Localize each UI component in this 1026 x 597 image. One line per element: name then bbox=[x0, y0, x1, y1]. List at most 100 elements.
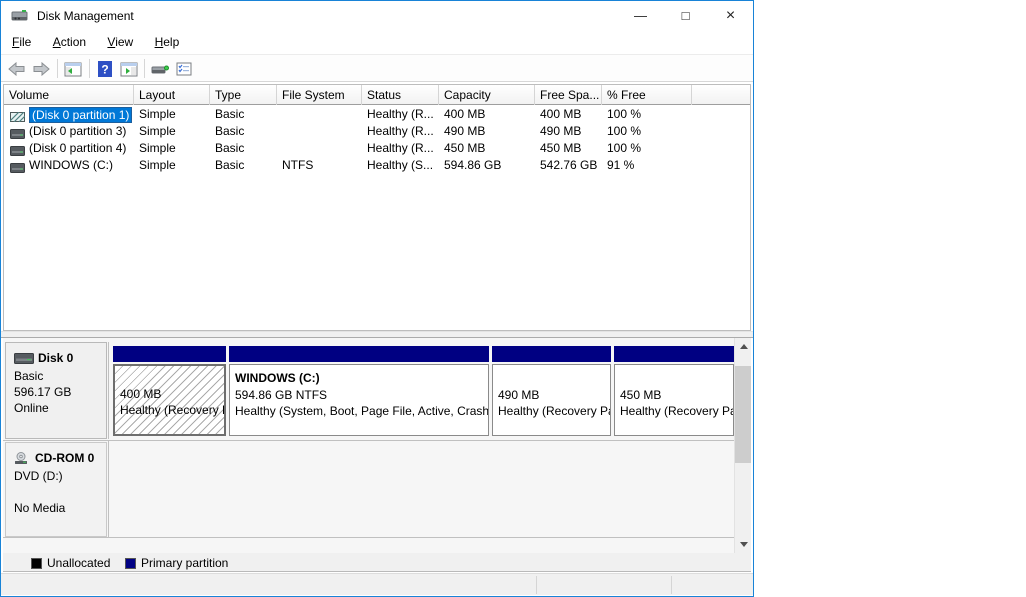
vertical-scrollbar[interactable] bbox=[734, 338, 751, 553]
cell-type: Basic bbox=[210, 157, 277, 174]
cell-type: Basic bbox=[210, 123, 277, 140]
column-header-capacity[interactable]: Capacity bbox=[439, 85, 535, 105]
cell-file-system bbox=[277, 123, 362, 140]
cell-layout: Simple bbox=[134, 157, 210, 174]
volume-list-header: Volume Layout Type File System Status Ca… bbox=[4, 85, 750, 105]
partition-body[interactable]: 490 MB Healthy (Recovery Partition) bbox=[492, 364, 611, 436]
partition-block-400mb[interactable]: 400 MB Healthy (Recovery Partition) bbox=[113, 346, 226, 436]
disk-device-icon bbox=[151, 62, 169, 76]
partition-name: WINDOWS (C:) bbox=[230, 365, 488, 387]
cdrom-info-panel[interactable]: CD-ROM 0 DVD (D:) No Media bbox=[5, 442, 107, 537]
disk-row-separator bbox=[3, 537, 734, 538]
partition-body[interactable]: 450 MB Healthy (Recovery Partition) bbox=[614, 364, 734, 436]
disk-device-button[interactable] bbox=[149, 58, 171, 80]
scroll-down-button[interactable] bbox=[735, 536, 751, 553]
close-button[interactable]: × bbox=[708, 1, 753, 30]
volume-row-disk0-partition1[interactable]: (Disk 0 partition 1) Simple Basic Health… bbox=[4, 106, 750, 123]
legend-label: Unallocated bbox=[47, 556, 110, 570]
show-action-pane-button[interactable] bbox=[118, 58, 140, 80]
disk-icon bbox=[14, 353, 34, 364]
primary-partition-swatch bbox=[125, 558, 136, 569]
partition-block-490mb[interactable]: 490 MB Healthy (Recovery Partition) bbox=[492, 346, 611, 436]
show-console-tree-button[interactable] bbox=[62, 58, 84, 80]
volume-name[interactable]: (Disk 0 partition 3) bbox=[29, 123, 126, 140]
partition-body-selected[interactable]: 400 MB Healthy (Recovery Partition) bbox=[113, 364, 226, 436]
cell-capacity: 490 MB bbox=[439, 123, 535, 140]
partition-size: 400 MB bbox=[115, 366, 224, 402]
cell-pct-free: 100 % bbox=[602, 140, 692, 157]
partition-status: Healthy (Recovery Partition) bbox=[493, 403, 610, 419]
cell-layout: Simple bbox=[134, 140, 210, 157]
grid-line bbox=[108, 342, 109, 439]
partition-size: 490 MB bbox=[493, 365, 610, 403]
disk0-size: 596.17 GB bbox=[14, 384, 100, 400]
menu-file[interactable]: File bbox=[3, 31, 40, 54]
disk-row-separator bbox=[3, 440, 734, 441]
cdrom-icon bbox=[14, 452, 31, 465]
cell-pct-free: 100 % bbox=[602, 123, 692, 140]
cell-free-space: 542.76 GB bbox=[535, 157, 602, 174]
partition-size: 594.86 GB NTFS bbox=[230, 387, 488, 403]
minimize-button[interactable]: — bbox=[618, 1, 663, 30]
column-header-type[interactable]: Type bbox=[210, 85, 277, 105]
help-button[interactable]: ? bbox=[94, 58, 116, 80]
cell-status: Healthy (S... bbox=[362, 157, 439, 174]
partition-block-450mb[interactable]: 450 MB Healthy (Recovery Partition) bbox=[614, 346, 734, 436]
scroll-up-button[interactable] bbox=[735, 338, 751, 355]
menu-action[interactable]: Action bbox=[44, 31, 95, 54]
cell-status: Healthy (R... bbox=[362, 123, 439, 140]
volume-row-disk0-partition3[interactable]: (Disk 0 partition 3) Simple Basic Health… bbox=[4, 123, 750, 140]
toolbar-separator bbox=[57, 59, 58, 78]
column-header-free-space[interactable]: Free Spa... bbox=[535, 85, 602, 105]
partition-block-windows-c[interactable]: WINDOWS (C:) 594.86 GB NTFS Healthy (Sys… bbox=[229, 346, 489, 436]
toolbar: ? bbox=[1, 54, 753, 82]
menu-view[interactable]: View bbox=[98, 31, 142, 54]
pane-splitter[interactable] bbox=[1, 331, 753, 338]
partition-status: Healthy (System, Boot, Page File, Active… bbox=[230, 403, 488, 419]
column-header-volume[interactable]: Volume bbox=[4, 85, 134, 105]
volume-row-disk0-partition4[interactable]: (Disk 0 partition 4) Simple Basic Health… bbox=[4, 140, 750, 157]
primary-partition-color-bar bbox=[229, 346, 489, 362]
forward-button[interactable] bbox=[30, 58, 52, 80]
cell-free-space: 450 MB bbox=[535, 140, 602, 157]
maximize-button[interactable]: □ bbox=[663, 1, 708, 30]
volume-name[interactable]: (Disk 0 partition 4) bbox=[29, 140, 126, 157]
volume-icon bbox=[10, 161, 25, 171]
legend-unallocated: Unallocated bbox=[31, 556, 110, 570]
column-header-file-system[interactable]: File System bbox=[277, 85, 362, 105]
disk0-info-panel[interactable]: Disk 0 Basic 596.17 GB Online bbox=[5, 342, 107, 439]
disk-management-app-icon bbox=[11, 8, 31, 24]
cell-file-system bbox=[277, 140, 362, 157]
svg-text:?: ? bbox=[101, 63, 108, 77]
disk0-type: Basic bbox=[14, 368, 100, 384]
volume-rows: (Disk 0 partition 1) Simple Basic Health… bbox=[4, 106, 750, 174]
column-header-status[interactable]: Status bbox=[362, 85, 439, 105]
disk0-status: Online bbox=[14, 400, 100, 416]
status-bar bbox=[1, 573, 753, 595]
partition-icon bbox=[10, 110, 25, 120]
partition-status: Healthy (Recovery Partition) bbox=[115, 402, 224, 418]
primary-partition-color-bar bbox=[614, 346, 734, 362]
column-header-layout[interactable]: Layout bbox=[134, 85, 210, 105]
back-button[interactable] bbox=[5, 58, 27, 80]
title-bar[interactable]: Disk Management — □ × bbox=[1, 1, 753, 31]
primary-partition-color-bar bbox=[492, 346, 611, 362]
partition-body[interactable]: WINDOWS (C:) 594.86 GB NTFS Healthy (Sys… bbox=[229, 364, 489, 436]
cdrom-status: No Media bbox=[14, 500, 100, 516]
action-pane-icon bbox=[120, 62, 138, 77]
volume-name-selected[interactable]: (Disk 0 partition 1) bbox=[29, 107, 132, 123]
checklist-icon bbox=[176, 62, 192, 76]
cell-type: Basic bbox=[210, 106, 277, 123]
menu-help[interactable]: Help bbox=[146, 31, 189, 54]
cell-free-space: 490 MB bbox=[535, 123, 602, 140]
column-header-pct-free[interactable]: % Free bbox=[602, 85, 692, 105]
volume-list: Volume Layout Type File System Status Ca… bbox=[3, 84, 751, 331]
volume-row-windows-c[interactable]: WINDOWS (C:) Simple Basic NTFS Healthy (… bbox=[4, 157, 750, 174]
primary-partition-color-bar bbox=[113, 346, 226, 362]
volume-name[interactable]: WINDOWS (C:) bbox=[29, 157, 113, 174]
status-separator bbox=[536, 576, 537, 594]
scrollbar-thumb[interactable] bbox=[735, 366, 751, 463]
partition-status: Healthy (Recovery Partition) bbox=[615, 403, 733, 419]
forward-arrow-icon bbox=[33, 62, 50, 76]
checklist-button[interactable] bbox=[173, 58, 195, 80]
